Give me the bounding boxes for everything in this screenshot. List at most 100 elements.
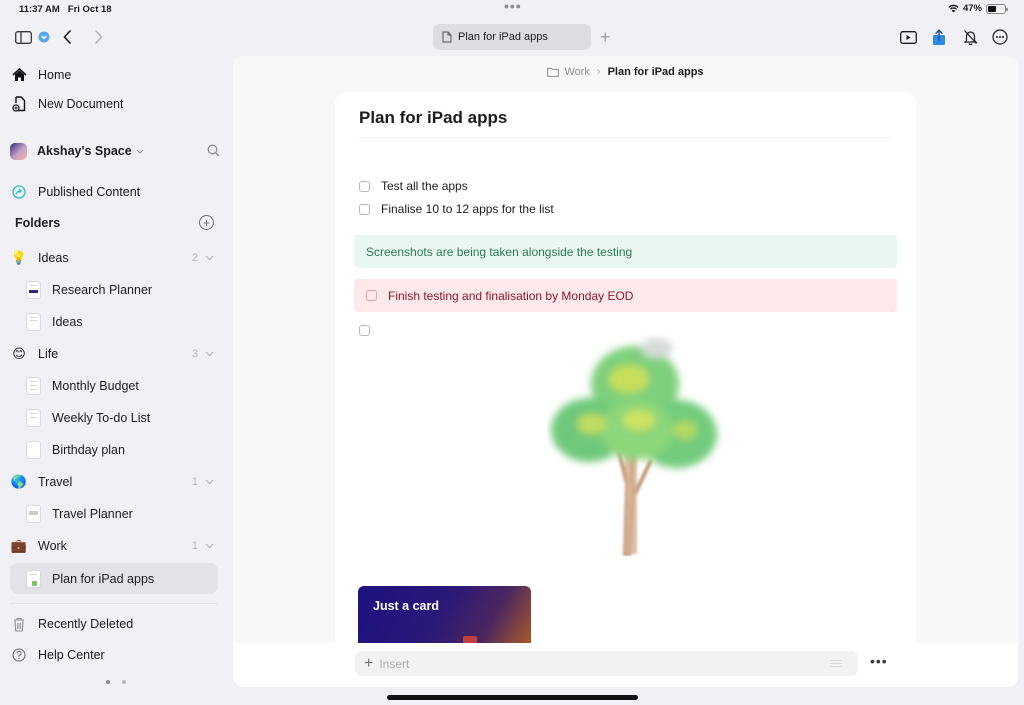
document-title[interactable]: Plan for iPad apps [359, 108, 507, 128]
doc-label: Weekly To-do List [52, 411, 151, 425]
card-title: Just a card [373, 599, 440, 613]
notifications-off-icon[interactable] [959, 26, 981, 48]
sidebar-item-help-center[interactable]: Help Center [10, 641, 218, 669]
callout-text: Screenshots are being taken alongside th… [366, 244, 633, 259]
empty-todo-checkbox[interactable] [359, 325, 370, 336]
insert-field[interactable]: + Insert [355, 651, 858, 676]
folder-life[interactable]: 😊 Life 3 [10, 340, 218, 368]
chevron-down-icon[interactable] [205, 543, 214, 549]
status-right: 47% [948, 3, 1008, 14]
folder-icon [547, 67, 560, 77]
more-options-icon[interactable]: ••• [870, 653, 888, 669]
sidebar-item-published-content[interactable]: Published Content [10, 178, 218, 206]
folder-ideas[interactable]: 💡 Ideas 2 [10, 244, 218, 272]
space-name: Akshay's Space [37, 144, 132, 158]
folder-count: 1 [191, 476, 198, 488]
search-icon[interactable] [207, 144, 220, 157]
tree-drawing[interactable] [547, 334, 723, 556]
sidebar-item-label: New Document [38, 97, 124, 111]
home-indicator[interactable] [387, 695, 638, 700]
callout-green[interactable]: Screenshots are being taken alongside th… [354, 235, 897, 268]
document-panel: Work › Plan for iPad apps Plan for iPad … [233, 56, 1018, 687]
present-icon[interactable] [897, 26, 919, 48]
house-icon [10, 66, 28, 84]
wifi-icon [948, 4, 959, 13]
add-folder-button[interactable]: + [199, 215, 214, 230]
title-divider [359, 137, 892, 138]
doc-label: Birthday plan [52, 443, 125, 457]
folder-count: 3 [191, 348, 198, 360]
back-icon[interactable] [56, 26, 78, 48]
doc-label: Research Planner [52, 283, 153, 297]
doc-label: Monthly Budget [52, 379, 139, 393]
help-icon [10, 646, 28, 664]
document-canvas[interactable]: Plan for iPad apps Test all the apps Fin… [335, 92, 916, 652]
briefcase-icon: 💼 [10, 538, 28, 553]
sidebar-item-label: Help Center [38, 648, 105, 662]
doc-item-ideas[interactable]: Ideas [10, 308, 218, 336]
insert-placeholder: Insert [379, 656, 410, 671]
document-thumbnail-icon [24, 313, 42, 331]
add-tab-icon[interactable]: + [600, 24, 611, 50]
sidebar-item-new-document[interactable]: New Document [10, 90, 218, 118]
page-dot [122, 680, 126, 684]
document-thumbnail-icon [24, 281, 42, 299]
todo-text[interactable]: Test all the apps [381, 179, 468, 193]
callout-red[interactable]: Finish testing and finalisation by Monda… [354, 279, 897, 312]
chevron-down-icon[interactable] [205, 351, 214, 357]
doc-item-monthly-budget[interactable]: Monthly Budget [10, 372, 218, 400]
folder-label: Life [38, 347, 59, 361]
sidebar-toggle-icon[interactable] [12, 26, 34, 48]
document-thumbnail-icon [24, 441, 42, 459]
space-avatar [10, 142, 27, 160]
chevron-down-icon [136, 149, 144, 154]
todo-item: Finalise 10 to 12 apps for the list [359, 199, 554, 219]
battery-percent: 47% [962, 3, 982, 14]
sidebar-item-recently-deleted[interactable]: Recently Deleted [10, 610, 218, 638]
doc-label: Travel Planner [52, 507, 133, 521]
more-icon[interactable] [989, 26, 1011, 48]
breadcrumb-folder[interactable]: Work [547, 66, 590, 78]
published-icon [10, 183, 28, 201]
doc-item-weekly-todo[interactable]: Weekly To-do List [10, 404, 218, 432]
document-thumbnail-icon [24, 569, 42, 588]
folder-label: Ideas [38, 251, 69, 265]
doc-item-research-planner[interactable]: Research Planner [10, 276, 218, 304]
page-indicator[interactable] [94, 672, 138, 692]
todo-checkbox[interactable] [366, 290, 377, 301]
folder-label: Travel [38, 475, 73, 489]
doc-item-birthday-plan[interactable]: Birthday plan [10, 436, 218, 464]
folders-header: Folders [15, 216, 61, 230]
sidebar-item-home[interactable]: Home [10, 61, 218, 89]
status-bar: 11:37 AM Fri Oct 18 ••• 47% [0, 0, 1024, 18]
folder-travel[interactable]: 🌎 Travel 1 [10, 468, 218, 496]
document-tab[interactable]: Plan for iPad apps [433, 24, 591, 50]
doc-item-plan-for-ipad-apps[interactable]: Plan for iPad apps [10, 563, 218, 594]
plus-icon[interactable]: + [364, 655, 373, 672]
globe-icon: 🌎 [10, 474, 28, 489]
sync-status-icon[interactable] [33, 26, 55, 48]
todo-checkbox[interactable] [359, 180, 370, 192]
document-thumbnail-icon [24, 505, 42, 523]
share-icon[interactable] [928, 26, 950, 48]
space-switcher[interactable]: Akshay's Space [10, 138, 222, 164]
drag-handle-icon[interactable] [830, 660, 842, 667]
chevron-down-icon[interactable] [205, 255, 214, 261]
multitasking-dots[interactable]: ••• [504, 0, 522, 13]
chevron-down-icon[interactable] [205, 479, 214, 485]
todo-item: Test all the apps [359, 176, 468, 196]
folder-count: 2 [191, 252, 198, 264]
todo-checkbox[interactable] [359, 203, 370, 215]
sidebar-item-label: Home [38, 68, 72, 82]
callout-todo-text: Finish testing and finalisation by Monda… [388, 288, 634, 303]
document-icon [442, 31, 452, 43]
doc-label: Ideas [52, 315, 83, 329]
todo-text[interactable]: Finalise 10 to 12 apps for the list [381, 202, 554, 216]
sidebar: Home New Document Akshay's Space Publish… [0, 58, 232, 705]
smiley-icon: 😊 [12, 346, 26, 361]
forward-icon[interactable] [87, 26, 109, 48]
folder-work[interactable]: 💼 Work 1 [10, 532, 218, 560]
new-document-icon [10, 95, 28, 113]
doc-item-travel-planner[interactable]: Travel Planner [10, 500, 218, 528]
folder-count: 1 [191, 540, 198, 552]
